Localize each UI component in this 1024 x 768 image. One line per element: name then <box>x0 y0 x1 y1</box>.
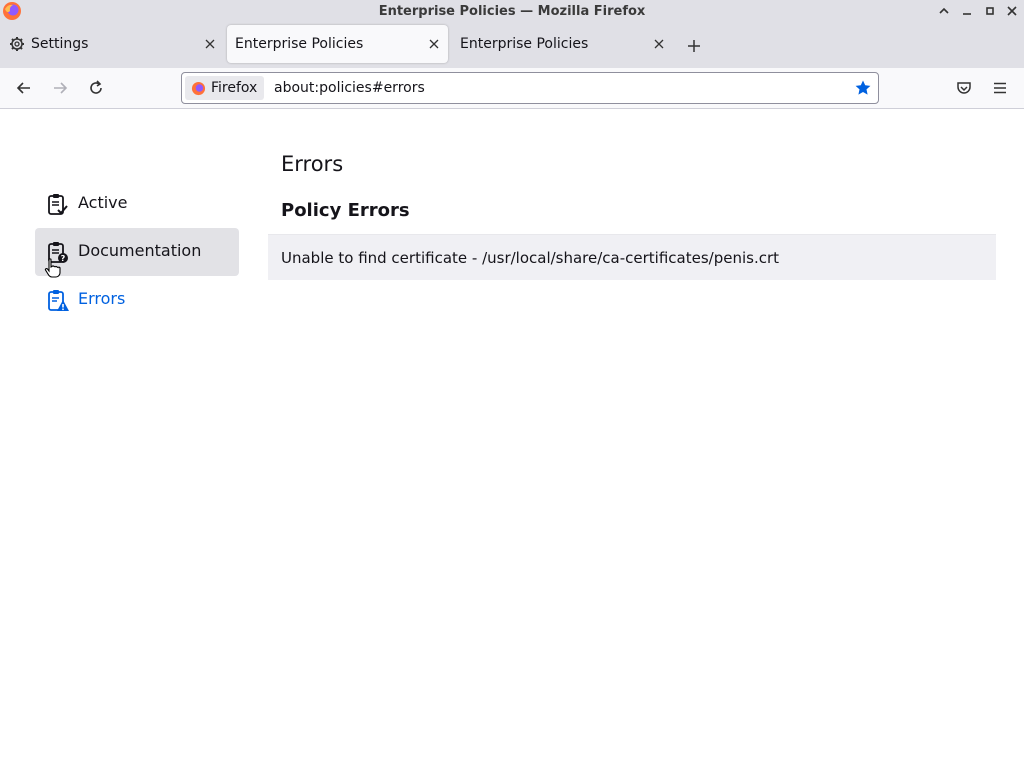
bookmark-star-icon[interactable] <box>854 79 872 97</box>
tab-label: Enterprise Policies <box>235 36 364 52</box>
sidebar-item-label: Errors <box>78 289 126 308</box>
tab-label: Settings <box>31 36 89 52</box>
page-title: Errors <box>281 152 344 176</box>
window-minimize-button[interactable] <box>959 3 975 19</box>
clipboard-warning-icon <box>48 290 69 311</box>
sidebar-item-documentation[interactable]: ? Documentation <box>35 228 239 276</box>
firefox-logo-icon <box>3 2 21 20</box>
gear-icon <box>10 37 24 51</box>
sidebar-item-active[interactable]: Active <box>35 180 239 228</box>
pocket-icon[interactable] <box>954 78 974 98</box>
section-title: Policy Errors <box>281 200 410 221</box>
firefox-icon <box>191 81 206 95</box>
window-restore-button[interactable] <box>982 3 998 19</box>
navigation-toolbar: Firefox about:policies#errors <box>0 68 1024 109</box>
table-row: Unable to find certificate - /usr/local/… <box>268 234 996 280</box>
identity-box[interactable]: Firefox <box>185 76 265 100</box>
tab-label: Enterprise Policies <box>460 36 589 52</box>
policies-sidebar: Active ? Documentation Errors <box>35 180 239 324</box>
forward-arrow-icon[interactable] <box>50 78 70 98</box>
window-title: Enterprise Policies — Mozilla Firefox <box>378 3 646 19</box>
window-titlebar: Enterprise Policies — Mozilla Firefox <box>0 0 1024 22</box>
tab-enterprise-policies-active[interactable]: Enterprise Policies <box>227 25 448 63</box>
window-maximize-chevron-icon[interactable] <box>936 3 952 19</box>
url-text[interactable]: about:policies#errors <box>274 80 425 96</box>
back-arrow-icon[interactable] <box>14 78 34 98</box>
close-icon[interactable] <box>428 38 440 50</box>
tab-enterprise-policies[interactable]: Enterprise Policies <box>452 25 673 63</box>
close-icon[interactable] <box>204 38 216 50</box>
identity-label: Firefox <box>211 80 258 96</box>
hand-pointer-cursor-icon <box>44 258 61 278</box>
errors-table: Unable to find certificate - /usr/local/… <box>268 234 996 280</box>
window-close-button[interactable] <box>1004 3 1020 19</box>
sidebar-item-errors[interactable]: Errors <box>35 276 239 324</box>
tab-settings[interactable]: Settings <box>0 25 224 63</box>
url-bar[interactable]: Firefox about:policies#errors <box>181 72 879 104</box>
sidebar-item-label: Active <box>78 193 128 212</box>
clipboard-check-icon <box>48 194 68 215</box>
close-icon[interactable] <box>653 38 665 50</box>
reload-icon[interactable] <box>86 78 106 98</box>
sidebar-item-label: Documentation <box>78 241 202 260</box>
tab-strip: Settings Enterprise Policies Enterprise … <box>0 22 1024 68</box>
new-tab-plus-icon[interactable] <box>684 36 704 56</box>
hamburger-menu-icon[interactable] <box>990 78 1010 98</box>
